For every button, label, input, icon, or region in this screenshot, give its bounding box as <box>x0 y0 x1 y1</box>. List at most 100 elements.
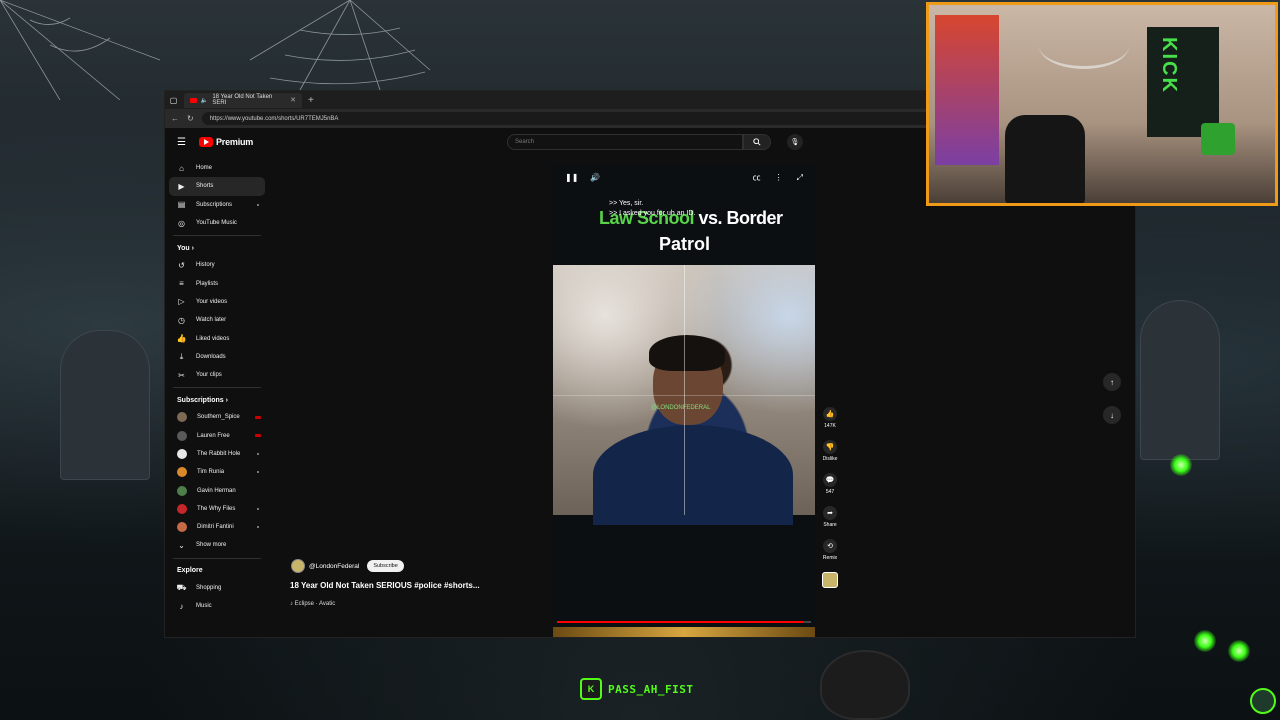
music-track-link[interactable]: ♪ Eclipse · Avatic <box>290 601 335 607</box>
video-progress-bar[interactable] <box>557 621 811 623</box>
sidebar-sub-gavin-herman[interactable]: Gavin Herman <box>169 481 265 499</box>
comment-count: 547 <box>825 489 835 495</box>
explore-heading: Explore <box>169 563 265 579</box>
microphone-button[interactable]: 🎙 <box>787 134 803 150</box>
divider <box>173 387 261 389</box>
avatar <box>177 412 187 423</box>
sidebar-item-label: Tim Runia <box>197 469 225 476</box>
playlists-icon: ≡ <box>179 279 184 289</box>
person-hair <box>649 335 725 371</box>
you-heading[interactable]: You › <box>169 240 265 256</box>
sidebar-item-label: Shopping <box>196 584 222 591</box>
sidebar-item-label: Watch later <box>196 317 227 324</box>
video-icon: ▷ <box>178 297 185 307</box>
next-short-preview[interactable] <box>553 627 815 637</box>
zombie-eye-icon <box>1228 640 1250 662</box>
kick-logo-icon: K <box>580 678 602 700</box>
sidebar-sub-tim-runia[interactable]: Tim Runia <box>169 463 265 481</box>
remix-button[interactable]: ⟲ Remix <box>823 539 837 561</box>
streamer-name: PASS_AH_FIST <box>608 682 694 696</box>
comment-icon: 💬 <box>823 473 837 487</box>
sidebar-item-playlists[interactable]: ≡ Playlists <box>169 274 265 292</box>
youtube-logo[interactable]: Premium <box>199 137 253 147</box>
video-watermark: @LONDONFEDERAL <box>651 405 711 411</box>
divider <box>173 557 261 559</box>
fullscreen-icon[interactable]: ⤢ <box>797 173 803 183</box>
sidebar-item-downloads[interactable]: ⤓ Downloads <box>169 348 265 366</box>
sidebar-item-history[interactable]: ↺ History <box>169 256 265 274</box>
youtube-play-icon <box>199 137 213 147</box>
video-title[interactable]: 18 Year Old Not Taken SERIOUS #police #s… <box>290 581 480 590</box>
new-content-dot <box>257 471 259 474</box>
section-heading: Subscriptions <box>177 396 224 404</box>
more-options-icon[interactable]: ⋮ <box>775 173 783 182</box>
divider <box>173 235 261 237</box>
sidebar-item-subscriptions[interactable]: ▤ Subscriptions <box>169 196 265 214</box>
previous-short-button[interactable]: ↑ <box>1103 373 1121 391</box>
close-tab-icon[interactable]: ✕ <box>290 96 296 104</box>
shorts-player[interactable]: ❚❚ 🔊 ㏄ ⋮ ⤢ Law School vs. Border Patrol … <box>553 164 815 637</box>
like-button[interactable]: 👍 147K <box>823 407 837 429</box>
sidebar-item-your-clips[interactable]: ✂ Your clips <box>169 366 265 384</box>
hamburger-menu-icon[interactable]: ☰ <box>177 137 191 148</box>
sidebar-sub-the-why-files[interactable]: The Why Files <box>169 500 265 518</box>
channel-handle[interactable]: @LondonFederal <box>309 563 359 570</box>
reload-icon[interactable]: ↻ <box>187 114 194 123</box>
channel-brand-icon <box>1250 688 1276 714</box>
shorts-icon: ▶ <box>178 181 185 191</box>
share-button[interactable]: ➦ Share <box>823 506 837 528</box>
video-frame: @LONDONFEDERAL <box>553 265 815 525</box>
sidebar-item-watch-later[interactable]: ◷ Watch later <box>169 311 265 329</box>
pause-icon[interactable]: ❚❚ <box>565 173 578 182</box>
section-heading: You <box>177 244 190 252</box>
share-label: Share <box>823 522 837 528</box>
music-note-icon: ♪ <box>179 601 184 611</box>
sidebar-item-shopping[interactable]: ⛟ Shopping <box>169 579 265 597</box>
sidebar-item-music[interactable]: ♪ Music <box>169 597 265 615</box>
show-more-button[interactable]: ⌄ Show more <box>169 536 265 554</box>
avatar <box>177 467 187 478</box>
section-heading: Explore <box>177 567 203 575</box>
search-input[interactable]: Search <box>507 134 743 150</box>
sidebar-item-shorts[interactable]: ▶ Shorts <box>169 177 265 196</box>
person-shirt <box>593 425 793 525</box>
comments-button[interactable]: 💬 547 <box>823 473 837 495</box>
subscriptions-heading[interactable]: Subscriptions › <box>169 392 265 408</box>
flag-text: KICK <box>1158 37 1180 94</box>
new-content-dot <box>257 507 259 510</box>
sidebar-item-home[interactable]: ⌂ Home <box>169 159 265 177</box>
like-count: 147K <box>824 423 836 429</box>
sidebar-sub-southern-spice[interactable]: Southern_Spice <box>169 408 265 426</box>
volume-icon[interactable]: 🔊 <box>590 173 600 182</box>
sidebar-item-liked-videos[interactable]: 👍 Liked videos <box>169 329 265 347</box>
sidebar-item-label: Your clips <box>196 372 222 379</box>
video-guide-line <box>684 265 685 515</box>
new-tab-icon[interactable]: + <box>308 95 314 106</box>
webcam-overlay: KICK <box>926 2 1278 206</box>
clock-icon: ◷ <box>178 315 185 325</box>
sidebar-item-label: Home <box>196 165 213 172</box>
captions-icon[interactable]: ㏄ <box>753 172 761 183</box>
scissors-icon: ✂ <box>178 370 185 380</box>
dislike-button[interactable]: 👎 Dislike <box>823 440 837 462</box>
player-controls: ❚❚ 🔊 ㏄ ⋮ ⤢ <box>565 172 803 183</box>
sound-button[interactable] <box>822 572 838 588</box>
window-menu-icon[interactable]: ▢ <box>169 96 178 105</box>
channel-avatar[interactable] <box>291 559 305 573</box>
sidebar-item-label: Liked videos <box>196 335 230 342</box>
live-badge <box>255 434 261 438</box>
sidebar-sub-dimitri-fantini[interactable]: Dimitri Fantini <box>169 518 265 536</box>
sidebar-sub-the-rabbit-hole[interactable]: The Rabbit Hole <box>169 445 265 463</box>
sidebar-item-label: The Rabbit Hole <box>197 451 241 457</box>
back-arrow-icon[interactable]: ← <box>171 114 179 123</box>
subscribe-button[interactable]: Subscribe <box>367 560 404 572</box>
sidebar-item-label: History <box>196 262 215 269</box>
sidebar-item-your-videos[interactable]: ▷ Your videos <box>169 293 265 311</box>
caption-line: >> Yes, sir. <box>609 200 644 207</box>
sidebar-item-label: Downloads <box>196 353 226 360</box>
search-button[interactable] <box>743 134 771 150</box>
browser-tab[interactable]: 🔈 18 Year Old Not Taken SERI ✕ <box>184 92 302 108</box>
sidebar-sub-lauren-free[interactable]: Lauren Free <box>169 427 265 445</box>
next-short-button[interactable]: ↓ <box>1103 406 1121 424</box>
sidebar-item-youtube-music[interactable]: ◎ YouTube Music <box>169 214 265 232</box>
